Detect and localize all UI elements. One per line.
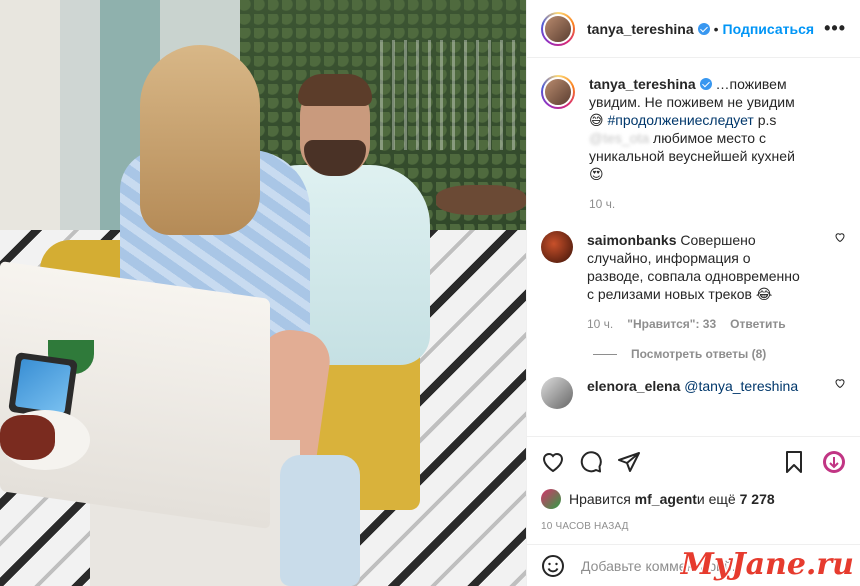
caption-text: tanya_tereshina …поживем увидим. Не пожи… bbox=[589, 75, 809, 183]
promote-icon[interactable] bbox=[822, 450, 846, 474]
comment-heart-icon[interactable] bbox=[834, 377, 846, 389]
comment-meta: 10 ч. "Нравится": 33 Ответить bbox=[587, 317, 807, 331]
likes-prefix: Нравится bbox=[569, 491, 631, 507]
reply-button[interactable]: Ответить bbox=[730, 317, 785, 331]
comment-likes[interactable]: "Нравится": 33 bbox=[627, 317, 716, 331]
photo-boot bbox=[280, 455, 360, 586]
emoji-icon[interactable] bbox=[541, 554, 565, 578]
share-icon[interactable] bbox=[617, 450, 641, 474]
hashtag-link[interactable]: #продолжениеследует bbox=[607, 112, 753, 128]
mention-link[interactable]: @tanya_tereshina bbox=[684, 378, 798, 394]
comment-username[interactable]: elenora_elena bbox=[587, 378, 680, 394]
separator-dot: • bbox=[713, 20, 719, 37]
view-replies-button[interactable]: Посмотреть ответы (8) bbox=[593, 347, 846, 361]
action-icons bbox=[541, 447, 846, 477]
bookmark-icon[interactable] bbox=[782, 450, 806, 474]
comment-time: 10 ч. bbox=[587, 317, 614, 331]
likes-summary[interactable]: Нравится mf_agent и ещё 7 278 bbox=[541, 489, 846, 509]
comment-text: elenora_elena @tanya_tereshina bbox=[587, 377, 807, 409]
verified-badge-icon bbox=[697, 22, 710, 35]
likes-middle: и ещё bbox=[696, 491, 736, 507]
photo-wine-glasses bbox=[380, 40, 520, 150]
follow-button[interactable]: Подписаться bbox=[723, 21, 815, 37]
comment-avatar[interactable] bbox=[541, 231, 573, 263]
liker-avatar bbox=[541, 489, 561, 509]
photo-man-hair bbox=[298, 74, 372, 106]
photo-woman-hair bbox=[140, 45, 260, 235]
photo-food bbox=[0, 415, 55, 460]
verified-badge-icon bbox=[699, 78, 712, 90]
comment-text: saimonbanks Совершено случайно, информац… bbox=[587, 231, 807, 303]
post-header: tanya_tereshina • Подписаться ••• bbox=[527, 0, 860, 58]
caption-avatar[interactable] bbox=[541, 75, 575, 109]
caption: tanya_tereshina …поживем увидим. Не пожи… bbox=[541, 75, 846, 211]
caption-time: 10 ч. bbox=[589, 197, 616, 211]
liker-username[interactable]: mf_agent bbox=[635, 491, 697, 507]
comment-username[interactable]: saimonbanks bbox=[587, 232, 676, 248]
heart-icon[interactable] bbox=[541, 450, 565, 474]
post-actions: Нравится mf_agent и ещё 7 278 10 часов н… bbox=[527, 436, 860, 532]
comment-item: elenora_elena @tanya_tereshina bbox=[541, 377, 846, 409]
comment-heart-icon[interactable] bbox=[834, 231, 846, 243]
comment-avatar[interactable] bbox=[541, 377, 573, 409]
blurred-mention: @tes_ota bbox=[589, 130, 650, 146]
more-options-icon[interactable]: ••• bbox=[824, 18, 846, 39]
caption-username[interactable]: tanya_tereshina bbox=[589, 76, 696, 92]
author-username[interactable]: tanya_tereshina bbox=[587, 21, 694, 37]
comment-icon[interactable] bbox=[579, 450, 603, 474]
comment-item: saimonbanks Совершено случайно, информац… bbox=[541, 231, 846, 331]
post-time-ago: 10 часов назад bbox=[541, 521, 629, 532]
author-avatar[interactable] bbox=[541, 11, 575, 46]
caption-body-2: p.s bbox=[753, 112, 777, 128]
post-side-panel: tanya_tereshina • Подписаться ••• tanya_… bbox=[526, 0, 860, 586]
watermark-logo: MyJane.ru bbox=[680, 547, 854, 582]
likes-count[interactable]: 7 278 bbox=[740, 491, 775, 507]
comments-list[interactable]: tanya_tereshina …поживем увидим. Не пожи… bbox=[527, 59, 860, 436]
post-photo[interactable] bbox=[0, 0, 526, 586]
photo-side-table bbox=[436, 185, 526, 215]
